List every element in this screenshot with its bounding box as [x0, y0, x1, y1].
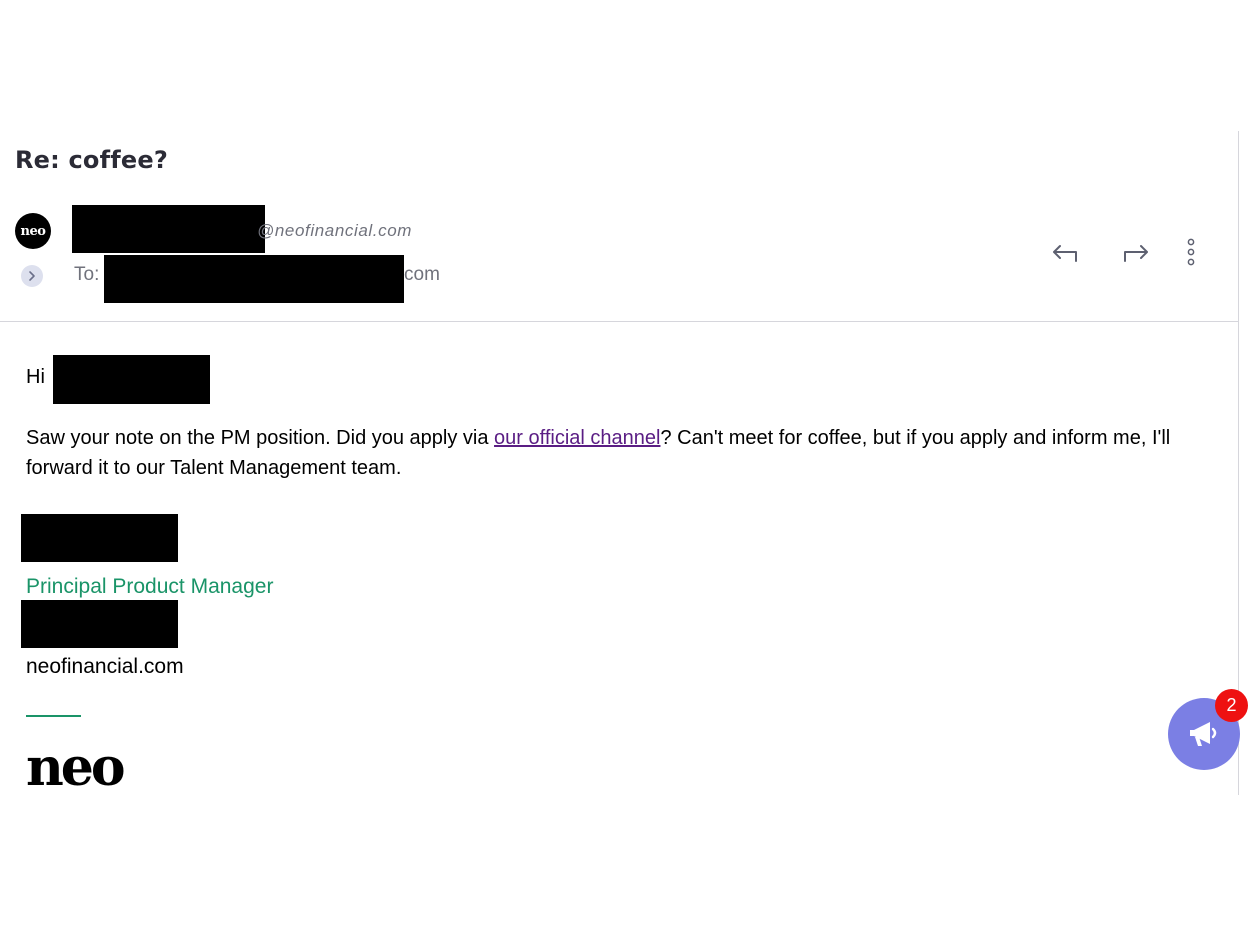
- recipient-email-suffix: com: [404, 264, 440, 285]
- redacted-sender-name: [72, 205, 265, 253]
- expand-recipients-button[interactable]: [21, 265, 43, 287]
- notification-badge: 2: [1215, 689, 1248, 722]
- chevron-right-icon: [29, 271, 35, 281]
- megaphone-icon: [1190, 722, 1217, 746]
- redacted-signature-contact: [21, 600, 178, 648]
- sender-email: @neofinancial.com: [257, 221, 413, 240]
- signature-domain: neofinancial.com: [26, 655, 184, 678]
- more-vertical-icon: [1187, 238, 1195, 266]
- email-subject: Re: coffee?: [15, 146, 168, 174]
- neo-logo: neo: [26, 737, 126, 798]
- sender-avatar: neo: [15, 213, 51, 249]
- forward-button[interactable]: [1119, 238, 1153, 268]
- signature-rule: [26, 715, 81, 717]
- reply-icon: [1053, 245, 1077, 262]
- redacted-recipient-name: [53, 355, 210, 404]
- avatar-text: neo: [20, 223, 46, 239]
- header-divider: [0, 321, 1238, 322]
- redacted-recipient: [104, 255, 404, 303]
- official-channel-link[interactable]: our official channel: [494, 427, 660, 449]
- more-options-button[interactable]: [1180, 236, 1202, 268]
- email-body: Saw your note on the PM position. Did yo…: [26, 423, 1206, 483]
- to-label: To:: [74, 264, 100, 285]
- reply-button[interactable]: [1048, 238, 1082, 268]
- greeting: Hi: [26, 366, 45, 388]
- forward-icon: [1124, 245, 1148, 262]
- body-text-start: Saw your note on the PM position. Did yo…: [26, 427, 495, 449]
- redacted-signature-name: [21, 514, 178, 562]
- signature-title: Principal Product Manager: [26, 575, 274, 598]
